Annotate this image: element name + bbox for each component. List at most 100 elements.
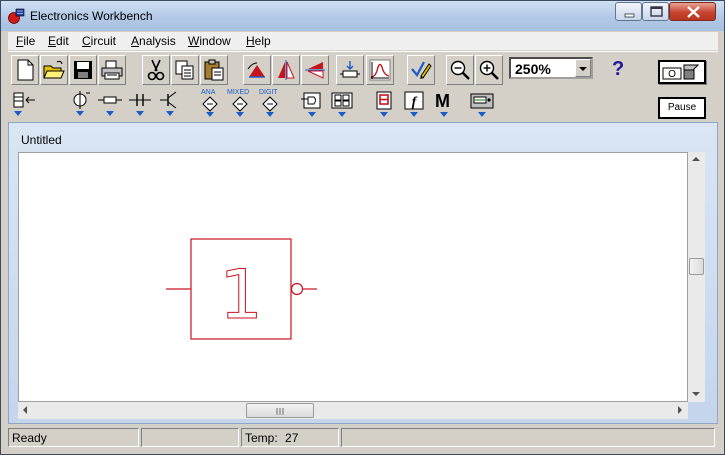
- favorites-bin-button[interactable]: [11, 90, 39, 118]
- zoom-in-button[interactable]: [475, 55, 503, 85]
- zoom-level-select[interactable]: 250%: [509, 57, 593, 79]
- temperature-cell: Temp: 27: [241, 428, 339, 447]
- logic-gates-bin-button[interactable]: [298, 90, 326, 118]
- window-title: Electronics Workbench: [30, 9, 153, 23]
- menu-help[interactable]: Help: [246, 34, 271, 48]
- flip-vertical-button[interactable]: [301, 55, 329, 85]
- menu-window-mnemonic: W: [188, 34, 200, 48]
- copy-button[interactable]: [171, 55, 199, 85]
- analog-ics-bin-button[interactable]: ANA: [196, 89, 224, 118]
- power-switch[interactable]: O: [658, 60, 706, 84]
- dropdown-arrow-icon: [136, 111, 144, 116]
- miscellaneous-bin-button[interactable]: M: [430, 90, 458, 118]
- mixed-ics-bin-button[interactable]: MIXED: [226, 89, 254, 118]
- cut-button[interactable]: [142, 55, 170, 85]
- dropdown-arrow-icon: [106, 111, 114, 116]
- dropdown-arrow-icon: [338, 112, 346, 117]
- create-subcircuit-button[interactable]: [407, 55, 435, 85]
- menu-analysis-label: nalysis: [139, 34, 176, 48]
- power-toggle-icon: O: [662, 64, 700, 80]
- help-question-icon: ?: [612, 58, 625, 80]
- menu-analysis-mnemonic: A: [131, 34, 140, 48]
- save-button[interactable]: [69, 55, 97, 85]
- copy-icon: [175, 60, 194, 80]
- dropdown-arrow-icon: [266, 112, 274, 117]
- save-disk-icon: [74, 61, 92, 79]
- minimize-button[interactable]: [615, 2, 642, 21]
- digital-ics-bin-button[interactable]: DIGIT: [256, 89, 284, 118]
- help-button[interactable]: ?: [603, 55, 631, 85]
- title-bar[interactable]: Electronics Workbench: [1, 1, 724, 31]
- basic-bin-button[interactable]: [96, 90, 124, 118]
- transistors-bin-button[interactable]: [156, 90, 184, 118]
- analysis-graphs-button[interactable]: [366, 55, 394, 85]
- diodes-bin-button[interactable]: [126, 90, 154, 118]
- menu-edit-mnemonic: E: [48, 34, 57, 48]
- dropdown-arrow-icon: [76, 111, 84, 116]
- zoom-level-value: 250%: [515, 61, 551, 77]
- instruments-bin-button[interactable]: [468, 90, 496, 118]
- horizontal-scrollbar[interactable]: [18, 402, 688, 419]
- dropdown-arrow-icon: [308, 112, 316, 117]
- menu-edit-label: dit: [56, 34, 69, 48]
- rotate-button[interactable]: [243, 55, 271, 85]
- status-empty-cell: [141, 428, 239, 447]
- paste-button[interactable]: [200, 55, 228, 85]
- flip-horizontal-button[interactable]: [272, 55, 300, 85]
- open-button[interactable]: [40, 55, 68, 85]
- menu-circuit[interactable]: Circuit: [82, 34, 116, 48]
- maximize-button[interactable]: [642, 2, 669, 21]
- grip-icon: [276, 408, 284, 415]
- circuit-document-window: Untitled 1: [8, 122, 718, 424]
- indicators-bin-button[interactable]: [370, 90, 398, 118]
- component-properties-icon: [340, 61, 360, 78]
- status-bar: Ready Temp: 27: [8, 427, 718, 448]
- scroll-down-icon[interactable]: [692, 392, 700, 396]
- digital-bin-button[interactable]: [328, 90, 356, 118]
- svg-text:O: O: [668, 69, 676, 80]
- menu-edit[interactable]: Edit: [48, 34, 69, 48]
- circuit-canvas[interactable]: 1: [18, 152, 688, 402]
- zoom-out-button[interactable]: [446, 55, 474, 85]
- new-file-icon: [17, 59, 34, 81]
- printer-icon: [101, 60, 123, 80]
- not-gate-component[interactable]: 1: [19, 153, 687, 401]
- controls-bin-button[interactable]: f: [400, 90, 428, 118]
- menu-help-mnemonic: H: [246, 34, 255, 48]
- dropdown-arrow-icon: [380, 112, 388, 117]
- zoom-dropdown-arrow-icon[interactable]: [575, 59, 591, 77]
- new-button[interactable]: [11, 55, 39, 85]
- close-button[interactable]: [669, 2, 716, 21]
- gate-label: 1: [219, 256, 262, 335]
- menu-window-label: indow: [199, 34, 231, 48]
- component-properties-button[interactable]: [336, 55, 364, 85]
- horizontal-scroll-thumb[interactable]: [246, 403, 314, 418]
- dropdown-arrow-icon: [166, 111, 174, 116]
- misc-m-icon: M: [435, 91, 450, 111]
- vertical-scrollbar[interactable]: [688, 152, 705, 402]
- dropdown-arrow-icon: [410, 112, 418, 117]
- scroll-up-icon[interactable]: [692, 157, 700, 161]
- flip-horizontal-icon: [278, 60, 295, 80]
- paste-clipboard-icon: [204, 59, 224, 81]
- vertical-scroll-thumb[interactable]: [689, 258, 704, 275]
- graph-curve-icon: [369, 59, 391, 81]
- application-window: Electronics Workbench File Edit Circuit …: [0, 0, 725, 455]
- pause-button[interactable]: Pause: [658, 97, 706, 119]
- zoom-in-icon: [479, 60, 499, 80]
- rotate-icon: [247, 62, 265, 78]
- scissors-icon: [147, 59, 165, 81]
- dropdown-arrow-icon: [440, 112, 448, 117]
- menu-circuit-mnemonic: C: [82, 34, 91, 48]
- menu-file[interactable]: File: [16, 34, 35, 48]
- document-title: Untitled: [21, 133, 62, 147]
- status-message-cell: Ready: [8, 428, 139, 447]
- print-button[interactable]: [98, 55, 126, 85]
- scroll-right-icon[interactable]: [678, 406, 682, 414]
- menu-analysis[interactable]: Analysis: [131, 34, 176, 48]
- menu-window[interactable]: Window: [188, 34, 231, 48]
- sources-bin-button[interactable]: [66, 90, 94, 118]
- scroll-left-icon[interactable]: [23, 406, 27, 414]
- zoom-out-icon: [450, 60, 470, 80]
- menu-bar: File Edit Circuit Analysis Window Help: [8, 32, 718, 50]
